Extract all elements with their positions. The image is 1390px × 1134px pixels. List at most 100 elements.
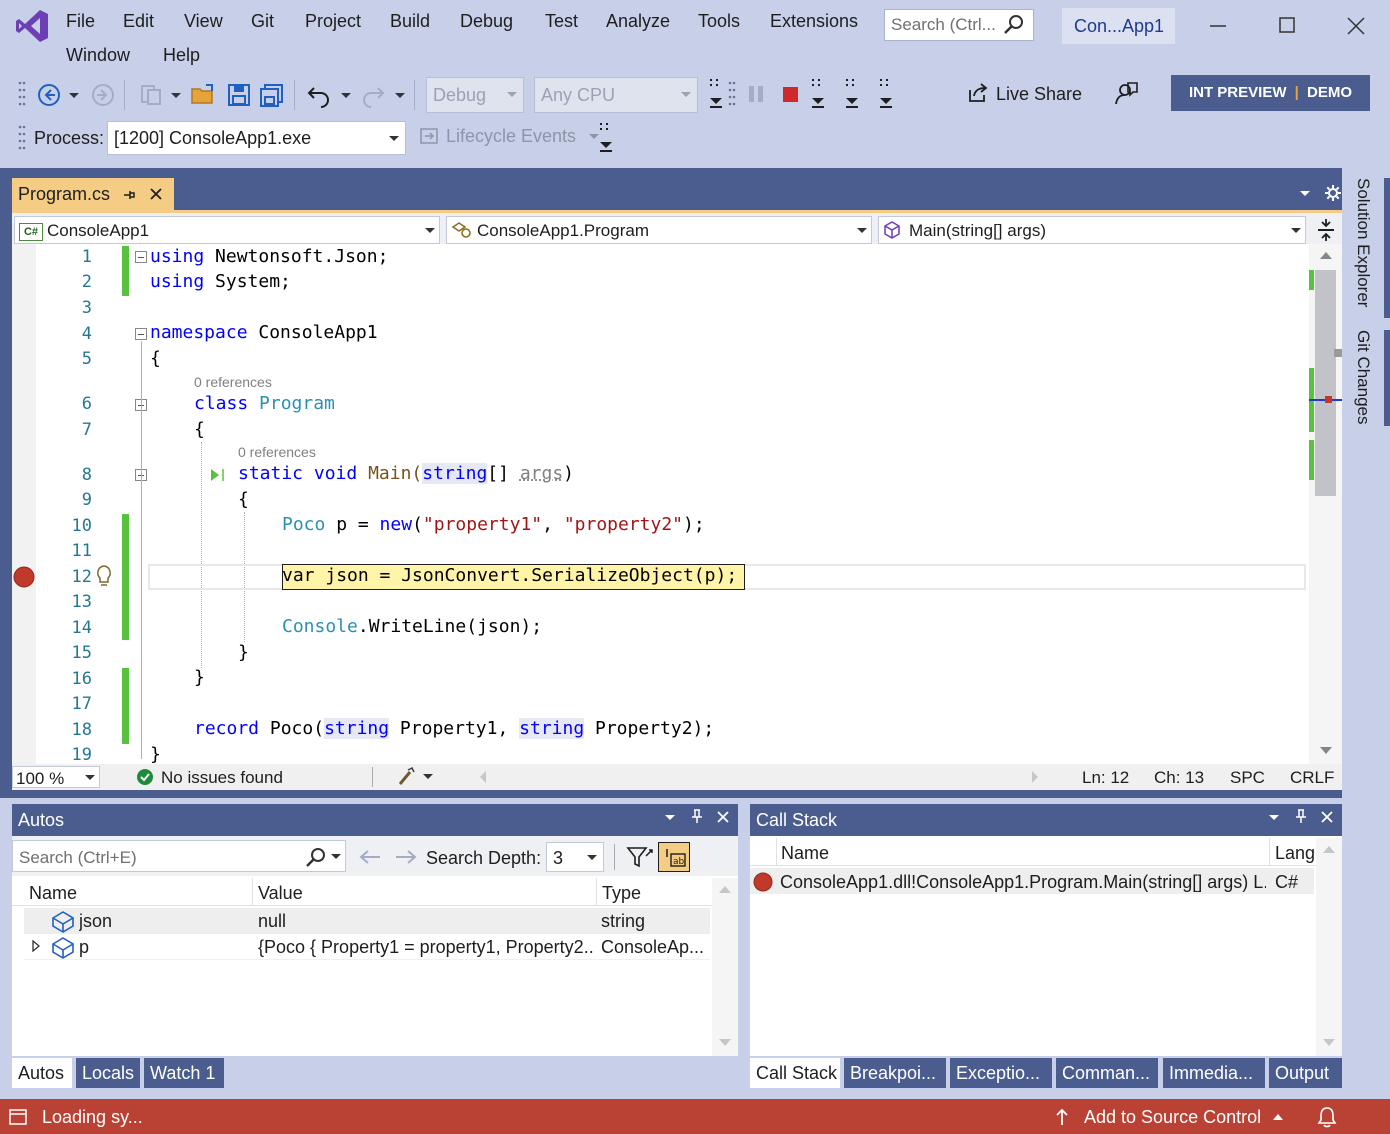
save-icon[interactable] (226, 82, 252, 108)
column-indicator[interactable]: Ch: 13 (1154, 768, 1204, 788)
toolbar-overflow-icon[interactable] (810, 76, 826, 110)
toolbar-overflow-icon[interactable] (708, 76, 724, 110)
tab-watch-1[interactable]: Watch 1 (144, 1058, 224, 1088)
zoom-select[interactable]: 100 % (12, 766, 100, 788)
gear-icon[interactable] (1324, 184, 1342, 202)
lifecycle-events-button[interactable]: Lifecycle Events (420, 126, 600, 147)
scroll-up-icon[interactable] (718, 884, 732, 894)
window-position-icon[interactable] (1268, 814, 1280, 822)
maximize-icon[interactable] (1267, 6, 1307, 46)
search-depth-select[interactable]: 3 (546, 842, 604, 872)
column-header-lang[interactable]: Lang (1275, 843, 1315, 864)
pin-icon[interactable] (690, 808, 704, 824)
redo-icon[interactable] (360, 82, 386, 108)
member-select[interactable]: Main(string[] args) (878, 216, 1306, 244)
column-header-name[interactable]: Name (781, 843, 829, 864)
pause-icon[interactable] (746, 84, 768, 106)
scroll-down-icon[interactable] (718, 1038, 732, 1048)
code-cleanup-dropdown-icon[interactable] (422, 773, 434, 781)
navigate-forward-icon[interactable] (90, 82, 116, 108)
callstack-vertical-scrollbar[interactable] (1316, 838, 1342, 1056)
tab-call-stack[interactable]: Call Stack (750, 1058, 840, 1088)
menu-test[interactable]: Test (545, 11, 578, 32)
column-header-name[interactable]: Name (29, 883, 77, 904)
tab-program-cs[interactable]: Program.cs (12, 178, 174, 210)
filter-icon[interactable] (626, 844, 654, 870)
scroll-down-icon[interactable] (1319, 746, 1333, 756)
code-cleanup-icon[interactable] (396, 766, 420, 788)
tab-exception-settings[interactable]: Exceptio... (950, 1058, 1052, 1088)
solution-config-select[interactable]: Debug (426, 77, 524, 113)
menu-analyze[interactable]: Analyze (606, 11, 670, 32)
menu-git[interactable]: Git (251, 11, 274, 32)
tab-command-window[interactable]: Comman... (1056, 1058, 1158, 1088)
window-position-icon[interactable] (664, 814, 676, 822)
menu-help[interactable]: Help (163, 45, 200, 66)
row-value[interactable]: null (258, 911, 594, 932)
codelens-references[interactable]: 0 references (194, 374, 272, 390)
pin-icon[interactable] (122, 188, 136, 202)
redo-dropdown-icon[interactable] (394, 92, 406, 100)
search-forward-icon[interactable] (394, 848, 418, 866)
undo-dropdown-icon[interactable] (340, 92, 352, 100)
toolbar-overflow-icon[interactable] (598, 120, 614, 154)
stack-frame-name[interactable]: ConsoleApp1.dll!ConsoleApp1.Program.Main… (780, 872, 1266, 893)
pin-icon[interactable] (1294, 808, 1308, 824)
search-input[interactable]: Search (Ctrl... (884, 9, 1034, 41)
toolbar-overflow-icon[interactable] (878, 76, 894, 110)
notifications-bell-icon[interactable] (1316, 1105, 1338, 1129)
git-changes-tab[interactable]: Git Changes (1353, 330, 1373, 425)
issues-status[interactable]: No issues found (161, 768, 283, 788)
hscroll-right-icon[interactable] (1030, 770, 1040, 784)
class-select[interactable]: ConsoleApp1.Program (446, 216, 872, 244)
line-ending-indicator[interactable]: CRLF (1290, 768, 1334, 788)
back-dropdown-icon[interactable] (68, 92, 80, 100)
scrollbar-thumb[interactable] (1315, 270, 1336, 496)
hscroll-left-icon[interactable] (478, 770, 488, 784)
solution-explorer-tab[interactable]: Solution Explorer (1353, 178, 1373, 307)
new-dropdown-icon[interactable] (170, 92, 182, 100)
tab-breakpoints[interactable]: Breakpoi... (844, 1058, 946, 1088)
scroll-down-icon[interactable] (1322, 1038, 1336, 1048)
autos-vertical-scrollbar[interactable] (712, 878, 738, 1056)
column-divider[interactable] (776, 838, 777, 866)
autos-search-input[interactable]: Search (Ctrl+E) (12, 840, 346, 872)
run-method-icon[interactable] (208, 466, 228, 484)
new-project-icon[interactable] (138, 82, 166, 108)
menu-edit[interactable]: Edit (123, 11, 154, 32)
toolbar-overflow-icon[interactable] (844, 76, 860, 110)
column-divider[interactable] (252, 878, 253, 906)
split-editor-icon[interactable] (1316, 218, 1336, 242)
close-tab-icon[interactable] (149, 187, 163, 201)
search-back-icon[interactable] (358, 848, 382, 866)
menu-window[interactable]: Window (66, 45, 130, 66)
tab-list-dropdown-icon[interactable] (1299, 190, 1311, 198)
menu-project[interactable]: Project (305, 11, 361, 32)
solution-platform-select[interactable]: Any CPU (534, 77, 698, 113)
column-divider[interactable] (1269, 838, 1270, 866)
column-header-type[interactable]: Type (602, 883, 641, 904)
project-select[interactable]: C# ConsoleApp1 (14, 216, 440, 244)
menu-extensions[interactable]: Extensions (770, 11, 858, 32)
undo-icon[interactable] (306, 82, 332, 108)
save-all-icon[interactable] (258, 82, 286, 108)
menu-view[interactable]: View (184, 11, 223, 32)
live-share-button[interactable]: Live Share (966, 82, 1082, 105)
tab-autos[interactable]: Autos (12, 1058, 72, 1088)
lightbulb-icon[interactable] (94, 564, 114, 588)
codelens-references[interactable]: 0 references (238, 444, 316, 460)
whitespace-indicator[interactable]: SPC (1230, 768, 1265, 788)
collapse-region-toggle[interactable] (135, 251, 147, 263)
breakpoint-icon[interactable] (12, 565, 36, 589)
scroll-up-icon[interactable] (1319, 250, 1333, 260)
tab-output[interactable]: Output (1269, 1058, 1342, 1088)
menu-tools[interactable]: Tools (698, 11, 740, 32)
line-indicator[interactable]: Ln: 12 (1082, 768, 1129, 788)
tab-immediate-window[interactable]: Immedia... (1163, 1058, 1265, 1088)
stop-icon[interactable] (780, 84, 802, 106)
navigate-back-icon[interactable] (36, 82, 62, 108)
menu-build[interactable]: Build (390, 11, 430, 32)
feedback-icon[interactable] (1112, 80, 1140, 108)
close-panel-icon[interactable] (716, 810, 730, 824)
menu-file[interactable]: File (66, 11, 95, 32)
